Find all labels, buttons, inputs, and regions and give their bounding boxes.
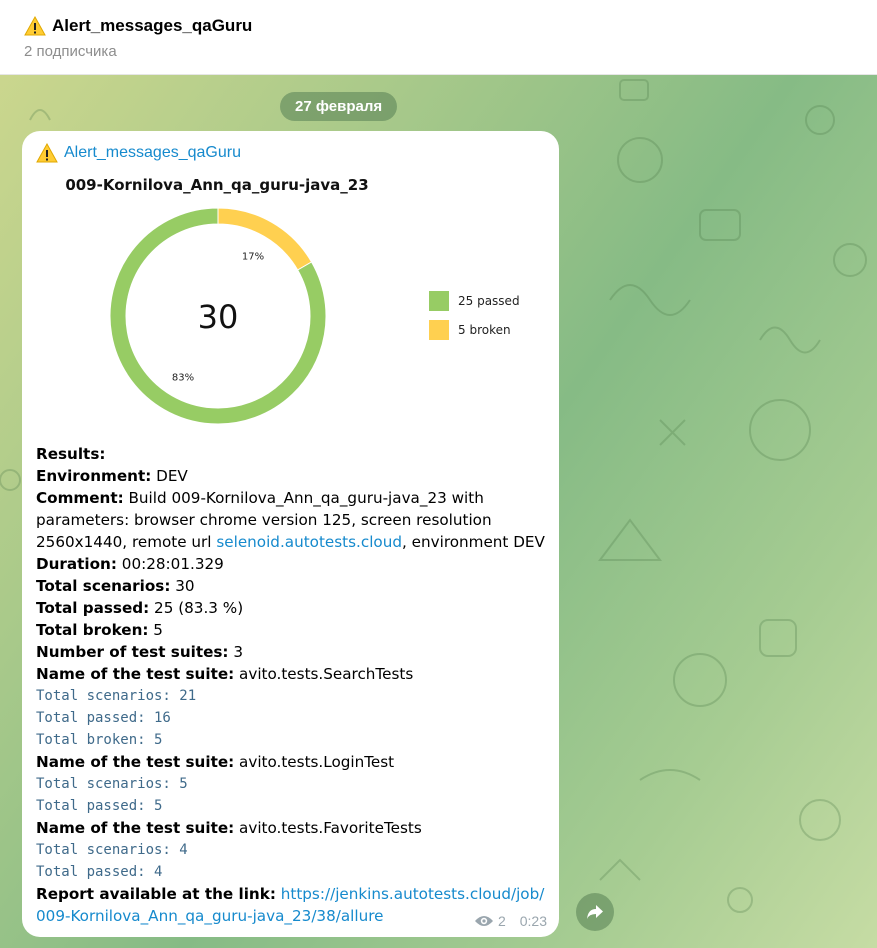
suites-count-label: Number of test suites: bbox=[36, 643, 229, 661]
forward-button[interactable] bbox=[576, 893, 614, 931]
message-bubble[interactable]: Alert_messages_qaGuru 009-Kornilova_Ann_… bbox=[22, 131, 559, 937]
donut-slice-broken bbox=[217, 207, 313, 271]
eye-icon bbox=[474, 916, 493, 926]
suite-2-name: avito.tests.LoginTest bbox=[234, 753, 395, 771]
selenoid-link[interactable]: selenoid.autotests.cloud bbox=[216, 533, 402, 551]
suites-count-value: 3 bbox=[228, 643, 244, 661]
view-count: 2 bbox=[497, 913, 506, 929]
legend-swatch-passed bbox=[429, 291, 449, 311]
suite-1-broken: Total broken: 5 bbox=[36, 732, 163, 748]
message-sender[interactable]: Alert_messages_qaGuru bbox=[36, 143, 241, 163]
message-time: 0:23 bbox=[519, 913, 547, 929]
total-passed-label: Total passed: bbox=[36, 599, 150, 617]
legend-label-broken: 5 broken bbox=[458, 323, 511, 337]
message-text: Results: Environment: DEV Comment: Build… bbox=[36, 443, 551, 927]
suite-name-label: Name of the test suite: bbox=[36, 819, 235, 837]
slice-percent-label: 83% bbox=[172, 373, 194, 384]
legend-label-passed: 25 passed bbox=[458, 294, 520, 308]
duration-label: Duration: bbox=[36, 555, 117, 573]
environment-value: DEV bbox=[151, 467, 188, 485]
chart-title: 009-Kornilova_Ann_qa_guru-java_23 bbox=[65, 176, 368, 194]
channel-title[interactable]: Alert_messages_qaGuru bbox=[24, 16, 252, 36]
sender-name: Alert_messages_qaGuru bbox=[64, 144, 241, 161]
suite-3-name: avito.tests.FavoriteTests bbox=[234, 819, 422, 837]
comment-tail: , environment DEV bbox=[401, 533, 545, 551]
legend-swatch-broken bbox=[429, 320, 449, 340]
subscriber-count: 2 подписчика bbox=[24, 43, 117, 60]
suite-3-passed: Total passed: 4 bbox=[36, 864, 163, 880]
channel-title-text: Alert_messages_qaGuru bbox=[52, 16, 253, 35]
total-scenarios-value: 30 bbox=[170, 577, 195, 595]
suite-1-total: Total scenarios: 21 bbox=[36, 688, 197, 704]
report-label: Report available at the link: bbox=[36, 885, 276, 903]
forward-arrow-icon bbox=[587, 905, 603, 919]
suite-1-passed: Total passed: 16 bbox=[36, 710, 171, 726]
message-meta: 2 0:23 bbox=[474, 913, 547, 929]
environment-label: Environment: bbox=[36, 467, 152, 485]
chat-header[interactable]: Alert_messages_qaGuru 2 подписчика bbox=[0, 0, 877, 75]
warning-icon bbox=[24, 16, 46, 36]
total-broken-value: 5 bbox=[148, 621, 163, 639]
chart-center-total: 30 bbox=[198, 298, 239, 336]
donut-chart: 009-Kornilova_Ann_qa_guru-java_23 17% 83% 3… bbox=[65, 176, 520, 425]
total-broken-label: Total broken: bbox=[36, 621, 149, 639]
warning-icon bbox=[36, 143, 58, 163]
suite-name-label: Name of the test suite: bbox=[36, 753, 235, 771]
total-scenarios-label: Total scenarios: bbox=[36, 577, 171, 595]
suite-name-label: Name of the test suite: bbox=[36, 665, 235, 683]
results-heading: Results: bbox=[36, 445, 106, 463]
suite-3-total: Total scenarios: 4 bbox=[36, 842, 188, 858]
total-passed-value: 25 (83.3 %) bbox=[149, 599, 244, 617]
suite-2-total: Total scenarios: 5 bbox=[36, 776, 188, 792]
suite-2-passed: Total passed: 5 bbox=[36, 798, 163, 814]
comment-label: Comment: bbox=[36, 489, 124, 507]
slice-percent-label: 17% bbox=[242, 251, 264, 262]
date-separator: 27 февраля bbox=[280, 92, 398, 121]
chart-image[interactable]: 009-Kornilova_Ann_qa_guru-java_23 17% 83% 3… bbox=[62, 171, 542, 441]
suite-1-name: avito.tests.SearchTests bbox=[234, 665, 414, 683]
duration-value: 00:28:01.329 bbox=[116, 555, 224, 573]
